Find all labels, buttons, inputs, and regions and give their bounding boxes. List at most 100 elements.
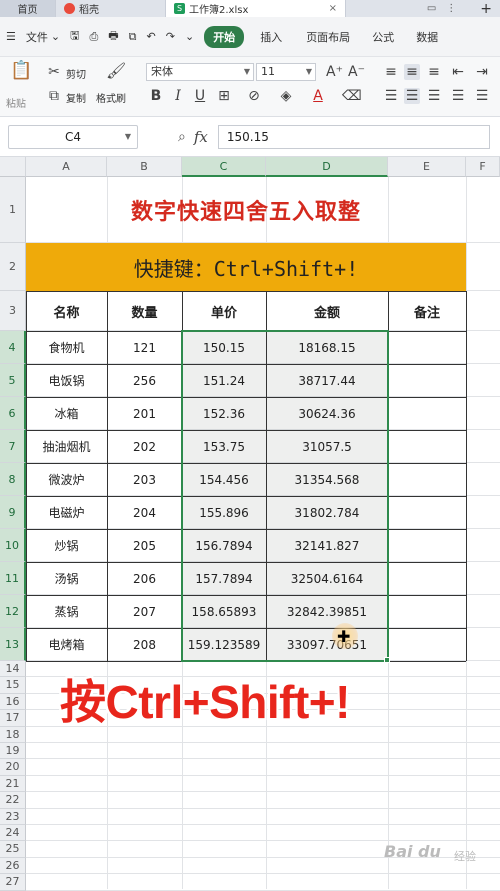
shortcut-cell[interactable]: 快捷键：Ctrl+Shift+!	[26, 243, 466, 291]
row-header-15[interactable]: 15	[0, 677, 26, 694]
row-header-9[interactable]: 9	[0, 496, 26, 529]
table-cell[interactable]: 204	[107, 496, 182, 529]
paste-button[interactable]: 粘贴	[6, 95, 26, 110]
row-header-1[interactable]: 1	[0, 177, 26, 243]
border-icon[interactable]: ⊞	[216, 88, 232, 104]
bold-icon[interactable]: B	[148, 88, 164, 104]
table-cell[interactable]	[388, 331, 466, 364]
hamburger-icon[interactable]: ☰	[6, 30, 16, 43]
save-icon[interactable]: 🖫	[70, 27, 79, 46]
align-middle-icon[interactable]: ≡	[404, 64, 420, 80]
table-cell[interactable]: 202	[107, 430, 182, 463]
table-cell[interactable]: 食物机	[26, 331, 107, 364]
align-right-icon[interactable]: ☰	[426, 88, 442, 104]
row-header-20[interactable]: 20	[0, 759, 26, 776]
font-name-select[interactable]: 宋体 ▼	[146, 63, 254, 81]
row-header-24[interactable]: 24	[0, 825, 26, 842]
row-header-2[interactable]: 2	[0, 243, 26, 291]
underline-icon[interactable]: U	[192, 88, 208, 104]
table-cell[interactable]: 电烤箱	[26, 628, 107, 661]
row-header-27[interactable]: 27	[0, 874, 26, 891]
tab-daoke[interactable]: 稻壳	[56, 0, 166, 17]
undo-icon[interactable]: ↶	[147, 30, 156, 43]
row-header-26[interactable]: 26	[0, 857, 26, 875]
format-painter-button[interactable]: 格式刷	[96, 90, 126, 105]
table-cell[interactable]	[388, 562, 466, 595]
justify-icon[interactable]: ☰	[450, 88, 466, 104]
table-header-cell[interactable]: 名称	[26, 291, 107, 331]
menu-data[interactable]: 数据	[416, 29, 438, 45]
table-cell[interactable]: 207	[107, 595, 182, 628]
row-header-6[interactable]: 6	[0, 397, 26, 430]
row-header-22[interactable]: 22	[0, 792, 26, 809]
copy-button[interactable]: 复制	[66, 90, 86, 105]
menu-formula[interactable]: 公式	[372, 29, 394, 45]
chevron-down-icon[interactable]: ⌄	[185, 30, 194, 43]
row-header-16[interactable]: 16	[0, 693, 26, 711]
redo-icon[interactable]: ↷	[166, 30, 175, 43]
align-top-icon[interactable]: ≡	[383, 64, 399, 80]
paste-icon[interactable]: 📋	[10, 62, 32, 85]
row-header-17[interactable]: 17	[0, 710, 26, 727]
name-box[interactable]: C4 ▼	[8, 124, 138, 149]
table-header-cell[interactable]: 单价	[182, 291, 266, 331]
menu-file[interactable]: 文件 ⌄	[26, 29, 60, 45]
tab-workbook[interactable]: S 工作簿2.xlsx ×	[166, 0, 346, 17]
fill-handle[interactable]	[384, 657, 390, 663]
column-header-d[interactable]: D	[266, 157, 388, 177]
table-cell[interactable]	[388, 496, 466, 529]
row-header-4[interactable]: 4	[0, 331, 26, 364]
align-bottom-icon[interactable]: ≡	[426, 64, 442, 80]
cut-button[interactable]: 剪切	[66, 66, 86, 81]
row-header-12[interactable]: 12	[0, 595, 26, 628]
table-cell[interactable]: 203	[107, 463, 182, 496]
zoom-icon[interactable]: ⌕	[178, 129, 186, 145]
table-cell[interactable]: 蒸锅	[26, 595, 107, 628]
row-header-13[interactable]: 13	[0, 628, 26, 661]
row-header-19[interactable]: 19	[0, 743, 26, 760]
row-header-8[interactable]: 8	[0, 463, 26, 496]
table-cell[interactable]: 电磁炉	[26, 496, 107, 529]
table-cell[interactable]: 201	[107, 397, 182, 430]
column-header-f[interactable]: F	[466, 157, 500, 177]
increase-font-icon[interactable]: A⁺	[326, 64, 343, 80]
table-cell[interactable]	[388, 595, 466, 628]
row-header-7[interactable]: 7	[0, 430, 26, 463]
table-cell[interactable]	[388, 430, 466, 463]
export-icon[interactable]: ⧉	[129, 30, 137, 44]
table-cell[interactable]: 汤锅	[26, 562, 107, 595]
row-header-10[interactable]: 10	[0, 529, 26, 562]
table-cell[interactable]: 206	[107, 562, 182, 595]
clear-format-icon[interactable]: ⊘	[246, 88, 262, 104]
font-size-select[interactable]: 11 ▼	[256, 63, 316, 81]
align-left-icon[interactable]: ☰	[383, 88, 399, 104]
table-cell[interactable]: 256	[107, 364, 182, 397]
table-cell[interactable]: 炒锅	[26, 529, 107, 562]
table-cell[interactable]	[388, 529, 466, 562]
row-header-23[interactable]: 23	[0, 808, 26, 825]
table-cell[interactable]: 微波炉	[26, 463, 107, 496]
table-cell[interactable]: 121	[107, 331, 182, 364]
table-cell[interactable]	[388, 397, 466, 430]
column-header-b[interactable]: B	[107, 157, 182, 177]
formula-input[interactable]: 150.15	[217, 124, 490, 149]
row-header-5[interactable]: 5	[0, 364, 26, 397]
row-header-11[interactable]: 11	[0, 562, 26, 595]
row-header-3[interactable]: 3	[0, 291, 26, 331]
table-cell[interactable]	[388, 364, 466, 397]
tab-home[interactable]: 首页	[0, 0, 56, 17]
row-header-21[interactable]: 21	[0, 775, 26, 793]
row-header-25[interactable]: 25	[0, 841, 26, 858]
font-color-icon[interactable]: A	[310, 88, 326, 104]
column-header-e[interactable]: E	[388, 157, 466, 177]
menu-page-layout[interactable]: 页面布局	[306, 29, 350, 45]
new-tab-button[interactable]: +	[480, 1, 492, 17]
fx-icon[interactable]: fx	[194, 128, 208, 146]
table-cell[interactable]: 205	[107, 529, 182, 562]
sheet-title-cell[interactable]: 数字快速四舍五入取整	[26, 177, 466, 243]
indent-increase-icon[interactable]: ⇥	[474, 64, 490, 80]
table-cell[interactable]: 冰箱	[26, 397, 107, 430]
align-center-icon[interactable]: ☰	[404, 88, 420, 104]
indent-decrease-icon[interactable]: ⇤	[450, 64, 466, 80]
table-cell[interactable]: 208	[107, 628, 182, 661]
